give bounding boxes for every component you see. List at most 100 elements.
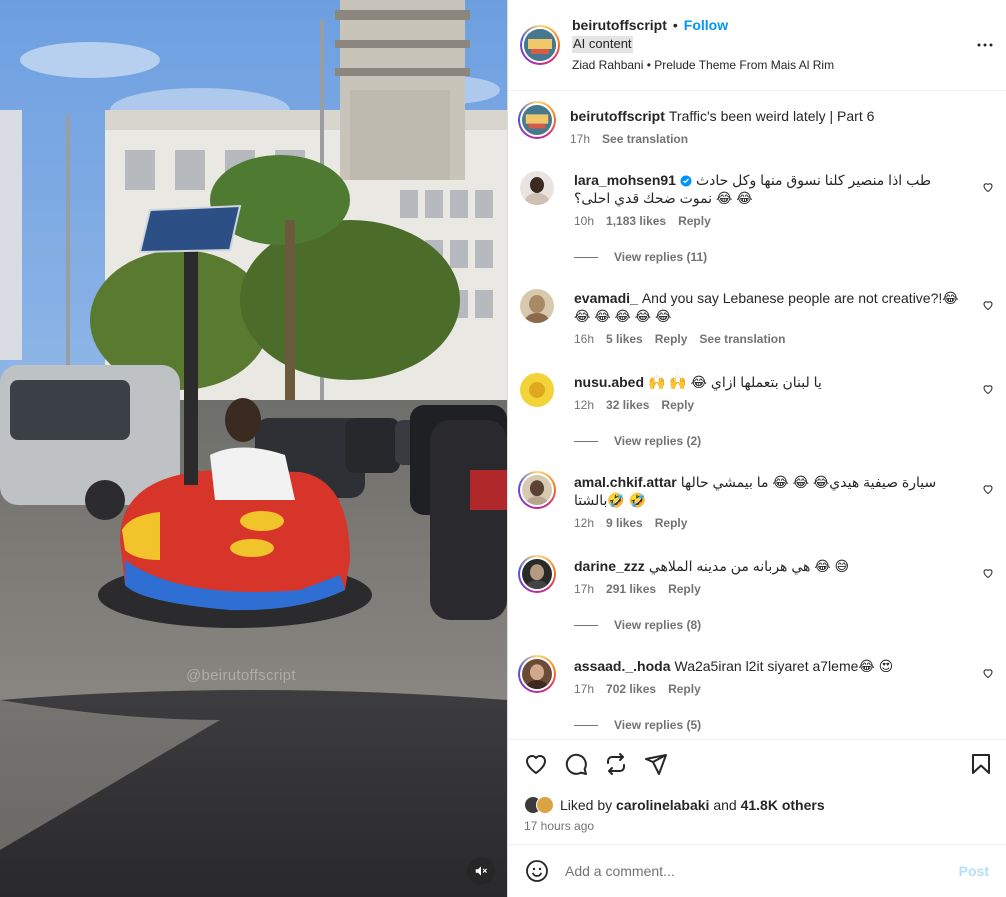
see-translation-link[interactable]: See translation: [602, 130, 688, 148]
view-replies-button[interactable]: View replies (2): [574, 434, 701, 448]
add-comment-bar: Post: [508, 844, 1006, 897]
likes-count[interactable]: 41.8K others: [741, 797, 825, 813]
comment-time: 16h: [574, 332, 595, 346]
replies-line: [574, 624, 598, 626]
see-translation-link[interactable]: See translation: [699, 330, 785, 348]
save-button[interactable]: [969, 752, 993, 781]
post-video[interactable]: @beirutoffscript: [0, 0, 507, 897]
commenter-username[interactable]: lara_mohsen91: [574, 172, 676, 188]
comment-likes[interactable]: 5 likes: [606, 330, 643, 348]
view-replies-label: View replies (11): [614, 250, 708, 264]
repost-button[interactable]: [604, 752, 628, 781]
post-comment-button[interactable]: Post: [959, 863, 989, 879]
comment-like-icon[interactable]: [982, 567, 994, 579]
post-time[interactable]: 17 hours ago: [524, 819, 594, 833]
liker-avatar: [536, 796, 554, 814]
verified-badge-icon: [680, 175, 692, 187]
view-replies-button[interactable]: View replies (5): [574, 718, 701, 732]
mute-button[interactable]: [467, 857, 495, 885]
avatar-icon: [522, 475, 552, 505]
liked-by-prefix: Liked by: [560, 797, 613, 813]
like-button[interactable]: [524, 752, 548, 781]
comment-text: Wa2a5iran l2it siyaret a7leme😂 😍: [674, 658, 894, 674]
replies-line: [574, 256, 598, 258]
reply-button[interactable]: Reply: [668, 680, 701, 698]
view-replies-button[interactable]: View replies (11): [574, 250, 707, 264]
comment-item: amal.chkif.attar سيارة صيفية هيدي😂 😂 😂 ما…: [518, 471, 994, 533]
liked-by: Liked by carolinelabaki and 41.8K others: [524, 796, 825, 814]
share-icon: [645, 754, 667, 775]
comment-item: evamadi_ And you say Lebanese people are …: [520, 289, 994, 349]
comment-like-icon[interactable]: [982, 181, 994, 193]
replies-line: [574, 724, 598, 726]
reply-button[interactable]: Reply: [655, 330, 688, 348]
speaker-muted-icon: [475, 866, 487, 876]
comment-item: assaad._.hoda Wa2a5iran l2it siyaret a7le…: [518, 655, 994, 707]
post-caption: beirutoffscript Traffic's been weird late…: [518, 101, 994, 153]
commenter-avatar[interactable]: [518, 471, 556, 509]
caption-username[interactable]: beirutoffscript: [570, 108, 665, 124]
comment-time: 10h: [574, 214, 595, 228]
brand-logo-icon: [522, 105, 552, 135]
more-options-button[interactable]: [976, 36, 994, 59]
caption-text: Traffic's been weird lately | Part 6: [668, 108, 875, 124]
ai-content-label[interactable]: AI content: [572, 36, 633, 54]
comment-like-icon[interactable]: [982, 483, 994, 495]
caption-avatar[interactable]: [518, 101, 556, 139]
comment-item: nusu.abed 🙌 🙌 😂 يا لبنان بتعملها ازاي 12h…: [520, 373, 994, 423]
comment-time: 17h: [574, 682, 595, 696]
comment-likes[interactable]: 9 likes: [606, 514, 643, 532]
bookmark-icon: [972, 754, 990, 774]
commenter-avatar[interactable]: [518, 655, 556, 693]
avatar-icon: [522, 659, 552, 689]
emoji-icon[interactable]: [525, 859, 549, 883]
audio-track[interactable]: Ziad Rahbani • Prelude Theme From Mais A…: [572, 58, 993, 74]
reply-button[interactable]: Reply: [668, 580, 701, 598]
comment-text: 🙌 🙌 😂 يا لبنان بتعملها ازاي: [648, 374, 822, 390]
comment-item: darine_zzz هي هربانه من مدينه الملاهي 😂 😅…: [518, 555, 994, 607]
comments-list[interactable]: beirutoffscript Traffic's been weird late…: [508, 91, 1006, 739]
avatar-icon: [520, 373, 554, 407]
comment-likes[interactable]: 1,183 likes: [606, 212, 666, 230]
view-replies-label: View replies (8): [614, 618, 702, 632]
comment-likes[interactable]: 291 likes: [606, 580, 656, 598]
comment-item: lara_mohsen91 طب اذا منصير كلنا نسوق منها…: [520, 171, 994, 231]
commenter-username[interactable]: darine_zzz: [574, 558, 645, 574]
commenter-username[interactable]: amal.chkif.attar: [574, 474, 677, 490]
caption-time: 17h: [570, 132, 591, 146]
follow-button[interactable]: Follow: [684, 16, 728, 34]
separator-dot: •: [672, 17, 678, 34]
avatar-icon: [520, 171, 554, 205]
commenter-username[interactable]: evamadi_: [574, 290, 638, 306]
share-button[interactable]: [644, 752, 668, 781]
reply-button[interactable]: Reply: [655, 514, 688, 532]
comment-input[interactable]: [565, 863, 959, 879]
comment-button[interactable]: [564, 752, 588, 781]
post-actions: Liked by carolinelabaki and 41.8K others…: [508, 739, 1006, 844]
comment-likes[interactable]: 32 likes: [606, 396, 649, 414]
comment-like-icon[interactable]: [982, 299, 994, 311]
comment-likes[interactable]: 702 likes: [606, 680, 656, 698]
commenter-username[interactable]: nusu.abed: [574, 374, 644, 390]
author-username[interactable]: beirutoffscript: [572, 16, 667, 34]
view-replies-button[interactable]: View replies (8): [574, 618, 701, 632]
comment-text: هي هربانه من مدينه الملاهي 😂 😅: [648, 558, 850, 574]
commenter-avatar[interactable]: [520, 289, 554, 323]
more-options-icon: [977, 43, 993, 47]
commenter-avatar[interactable]: [518, 555, 556, 593]
comment-icon: [565, 753, 587, 775]
view-replies-label: View replies (5): [614, 718, 702, 732]
reply-button[interactable]: Reply: [661, 396, 694, 414]
comment-like-icon[interactable]: [982, 383, 994, 395]
commenter-avatar[interactable]: [520, 171, 554, 205]
commenter-username[interactable]: assaad._.hoda: [574, 658, 671, 674]
liked-by-user[interactable]: carolinelabaki: [616, 797, 709, 813]
comment-time: 12h: [574, 516, 595, 530]
commenter-avatar[interactable]: [520, 373, 554, 407]
comment-time: 17h: [574, 582, 595, 596]
reply-button[interactable]: Reply: [678, 212, 711, 230]
post-panel: beirutoffscript • Follow AI content Ziad…: [507, 0, 1006, 897]
comment-like-icon[interactable]: [982, 667, 994, 679]
view-replies-label: View replies (2): [614, 434, 702, 448]
author-avatar[interactable]: [520, 25, 560, 65]
